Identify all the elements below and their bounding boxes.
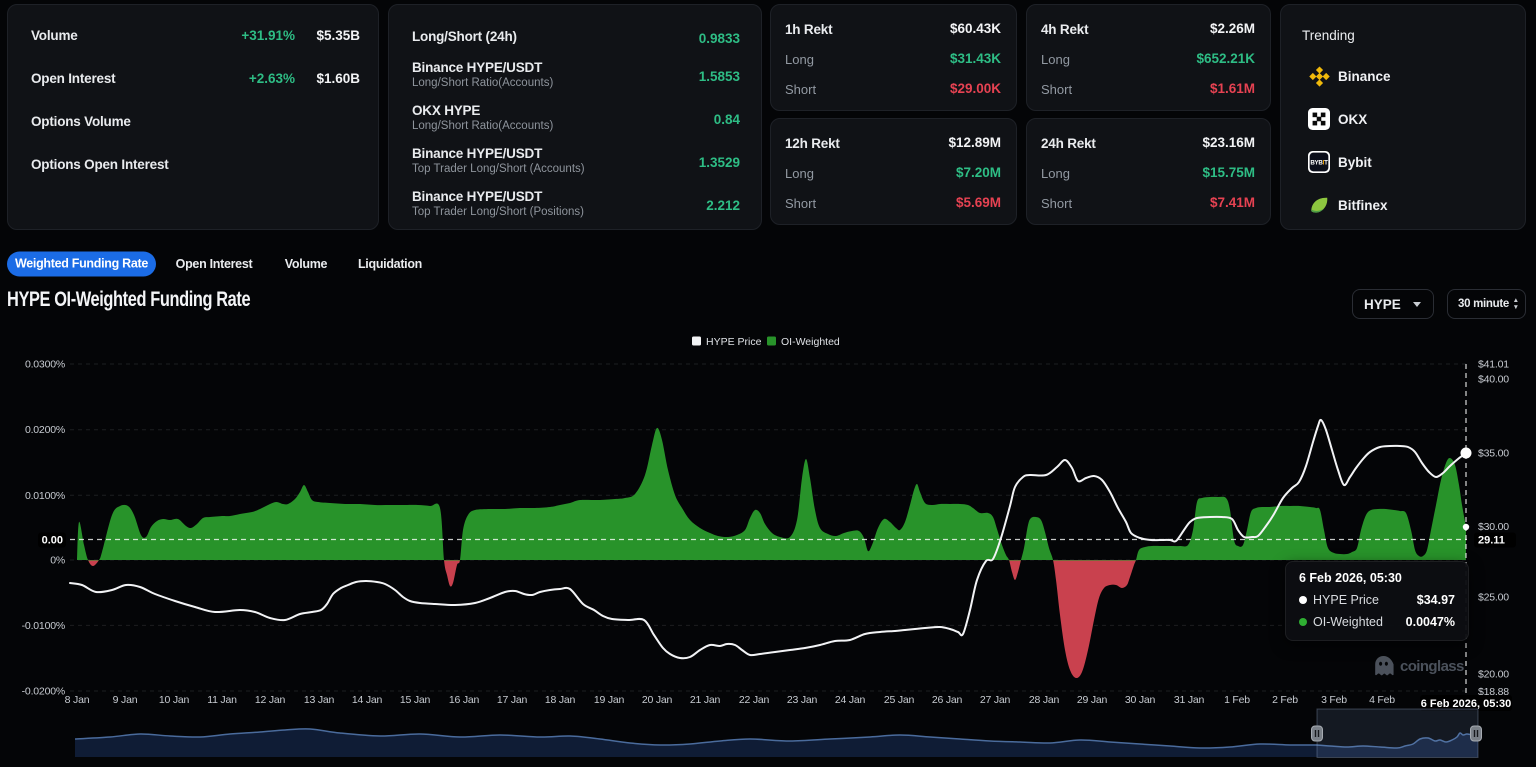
svg-text:$41.01: $41.01 [1478,359,1509,371]
svg-text:30 Jan: 30 Jan [1125,694,1156,706]
svg-text:21 Jan: 21 Jan [690,694,721,706]
svg-text:16 Jan: 16 Jan [449,694,480,706]
svg-text:HYPE Price: HYPE Price [706,336,762,348]
svg-text:9 Jan: 9 Jan [113,694,138,706]
svg-text:22 Jan: 22 Jan [739,694,770,706]
svg-text:0%: 0% [50,555,65,567]
svg-text:8 Jan: 8 Jan [65,694,90,706]
svg-text:26 Jan: 26 Jan [932,694,963,706]
svg-text:29 Jan: 29 Jan [1077,694,1108,706]
svg-text:13 Jan: 13 Jan [304,694,335,706]
svg-text:24 Jan: 24 Jan [835,694,866,706]
svg-text:11 Jan: 11 Jan [207,694,237,706]
svg-text:0.0200%: 0.0200% [25,424,65,436]
svg-text:25 Jan: 25 Jan [884,694,915,706]
svg-text:19 Jan: 19 Jan [594,694,625,706]
svg-text:$20.00: $20.00 [1478,669,1509,681]
svg-text:0.0300%: 0.0300% [25,359,65,371]
svg-text:10 Jan: 10 Jan [159,694,190,706]
svg-text:31 Jan: 31 Jan [1174,694,1205,706]
svg-text:BYBIT: BYBIT [1310,159,1328,166]
svg-text:0.00: 0.00 [42,535,63,547]
svg-text:$30.00: $30.00 [1478,521,1509,533]
svg-text:15 Jan: 15 Jan [400,694,431,706]
svg-text:27 Jan: 27 Jan [980,694,1011,706]
svg-text:$35.00: $35.00 [1478,448,1509,460]
svg-text:18 Jan: 18 Jan [545,694,576,706]
svg-text:2 Feb: 2 Feb [1272,694,1298,706]
svg-text:0.0100%: 0.0100% [25,490,65,502]
svg-text:$40.00: $40.00 [1478,373,1509,385]
svg-text:6 Feb 2026, 05:30: 6 Feb 2026, 05:30 [1421,698,1512,710]
svg-text:12 Jan: 12 Jan [255,694,286,706]
svg-text:3 Feb: 3 Feb [1321,694,1347,706]
svg-text:$25.00: $25.00 [1478,591,1509,603]
svg-text:29.11: 29.11 [1478,535,1505,547]
svg-text:-0.0100%: -0.0100% [22,620,65,632]
svg-text:4 Feb: 4 Feb [1369,694,1395,706]
svg-text:23 Jan: 23 Jan [787,694,818,706]
svg-text:1 Feb: 1 Feb [1224,694,1250,706]
svg-text:17 Jan: 17 Jan [497,694,528,706]
svg-text:OI-Weighted: OI-Weighted [781,336,840,348]
svg-text:14 Jan: 14 Jan [352,694,383,706]
svg-text:28 Jan: 28 Jan [1029,694,1060,706]
svg-text:-0.0200%: -0.0200% [22,686,65,698]
svg-text:20 Jan: 20 Jan [642,694,673,706]
